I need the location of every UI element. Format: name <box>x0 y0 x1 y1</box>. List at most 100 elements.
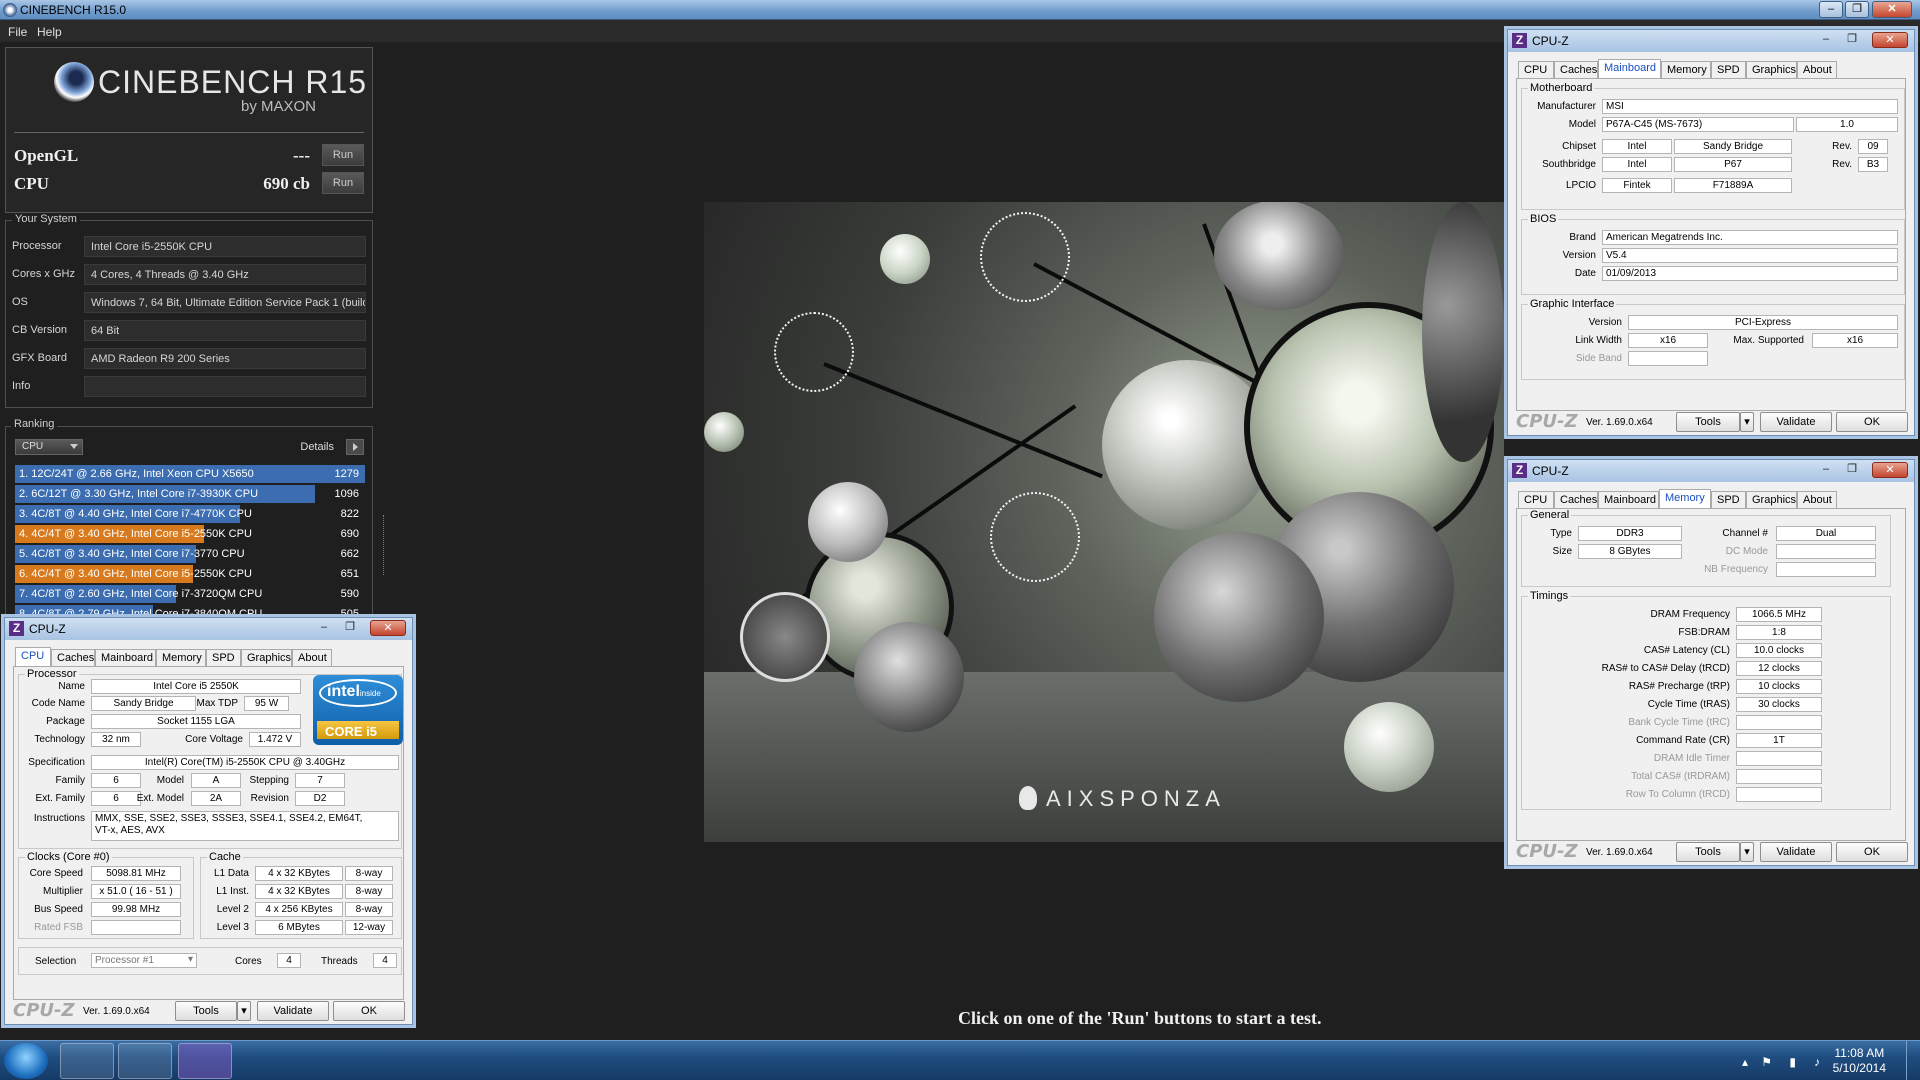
southbridge-rev-field: B3 <box>1858 157 1888 172</box>
clock-date: 5/10/2014 <box>1832 1061 1886 1075</box>
close-button[interactable]: ✕ <box>370 620 406 636</box>
tab-graphics[interactable]: Graphics <box>1746 61 1797 78</box>
ranking-row[interactable]: 3. 4C/8T @ 4.40 GHz, Intel Core i7-4770K… <box>15 505 365 523</box>
tab-cpu[interactable]: CPU <box>15 647 51 666</box>
tools-button[interactable]: Tools <box>175 1001 237 1021</box>
ranking-row[interactable]: 7. 4C/8T @ 2.60 GHz, Intel Core i7-3720Q… <box>15 585 365 603</box>
tools-dropdown-button[interactable]: ▾ <box>1740 842 1754 862</box>
tab-graphics[interactable]: Graphics <box>241 649 292 666</box>
cpuz-window-mainboard[interactable]: Z CPU-Z – ❐ ✕ CPU Caches Mainboard Memor… <box>1507 29 1915 436</box>
system-key: OS <box>12 296 28 308</box>
tab-cpu[interactable]: CPU <box>1518 61 1554 78</box>
gi-version-field: PCI-Express <box>1628 315 1898 330</box>
run-cpu-button[interactable]: Run <box>322 172 364 194</box>
render-flower <box>774 312 854 392</box>
close-button[interactable]: ✕ <box>1872 1 1912 18</box>
ranking-score: 651 <box>340 568 359 580</box>
minimize-button[interactable]: – <box>312 620 336 636</box>
tab-memory[interactable]: Memory <box>1659 489 1711 508</box>
tab-mainboard[interactable]: Mainboard <box>1598 491 1659 508</box>
ranking-row[interactable]: 1. 12C/24T @ 2.66 GHz, Intel Xeon CPU X5… <box>15 465 365 483</box>
ranking-row[interactable]: 2. 6C/12T @ 3.30 GHz, Intel Core i7-3930… <box>15 485 365 503</box>
cpuz-taskbar-icon[interactable] <box>178 1043 232 1079</box>
minimize-button[interactable]: – <box>1814 462 1838 478</box>
tab-about[interactable]: About <box>1797 61 1837 78</box>
tab-memory[interactable]: Memory <box>156 649 206 666</box>
validate-button[interactable]: Validate <box>1760 412 1832 432</box>
ranking-score: 1096 <box>334 488 359 500</box>
tab-spd[interactable]: SPD <box>1711 491 1746 508</box>
details-arrow-button[interactable] <box>346 439 364 455</box>
info-input[interactable] <box>84 376 366 397</box>
close-button[interactable]: ✕ <box>1872 462 1908 478</box>
cinebench-titlebar[interactable]: CINEBENCH R15.0 – ❐ ✕ <box>0 0 1920 20</box>
tools-button[interactable]: Tools <box>1676 842 1740 862</box>
cpuz-window-memory[interactable]: Z CPU-Z – ❐ ✕ CPU Caches Mainboard Memor… <box>1507 459 1915 866</box>
ranking-row[interactable]: 5. 4C/8T @ 3.40 GHz, Intel Core i7-3770 … <box>15 545 365 563</box>
desktop: CINEBENCH R15.0 – ❐ ✕ File Help CINEBENC… <box>0 0 1920 1080</box>
cpuz-version: Ver. 1.69.0.x64 <box>1586 847 1653 858</box>
ok-button[interactable]: OK <box>1836 842 1908 862</box>
tab-graphics[interactable]: Graphics <box>1746 491 1797 508</box>
tab-caches[interactable]: Caches <box>1554 61 1598 78</box>
maximize-button[interactable]: ❐ <box>1840 462 1864 478</box>
start-button[interactable] <box>4 1043 48 1079</box>
field-label: Revision <box>250 793 289 804</box>
ranking-row[interactable]: 6. 4C/4T @ 3.40 GHz, Intel Core i5-2550K… <box>15 565 365 583</box>
minimize-button[interactable]: – <box>1819 1 1843 18</box>
menu-help[interactable]: Help <box>37 25 62 39</box>
explorer-taskbar-icon[interactable] <box>60 1043 114 1079</box>
menu-file[interactable]: File <box>8 25 27 39</box>
tools-button[interactable]: Tools <box>1676 412 1740 432</box>
maximize-button[interactable]: ❐ <box>338 620 362 636</box>
tab-caches[interactable]: Caches <box>51 649 95 666</box>
ranking-dropdown[interactable]: CPU <box>15 439 83 455</box>
memory-type-field: DDR3 <box>1578 526 1682 541</box>
ranking-scrollbar[interactable] <box>383 515 386 575</box>
cpuz-window-cpu[interactable]: Z CPU-Z – ❐ ✕ CPU Caches Mainboard Memor… <box>4 617 413 1025</box>
group-title: Cache <box>207 851 243 863</box>
ok-button[interactable]: OK <box>1836 412 1908 432</box>
cinebench-taskbar-icon[interactable] <box>118 1043 172 1079</box>
tab-cpu[interactable]: CPU <box>1518 491 1554 508</box>
clocks-group: Clocks (Core #0) Core Speed 5098.81 MHz … <box>18 851 194 939</box>
cpuz-version: Ver. 1.69.0.x64 <box>1586 417 1653 428</box>
tools-dropdown-button[interactable]: ▾ <box>1740 412 1754 432</box>
render-image: AIXSPONZA <box>704 202 1504 842</box>
show-desktop-button[interactable] <box>1906 1041 1920 1080</box>
maximize-button[interactable]: ❐ <box>1845 1 1869 18</box>
close-button[interactable]: ✕ <box>1872 32 1908 48</box>
cpuz-titlebar[interactable]: Z CPU-Z – ❐ ✕ <box>1508 30 1914 52</box>
timings-group: Timings DRAM Frequency 1066.5 MHz FSB:DRAM… <box>1521 590 1891 810</box>
tab-about[interactable]: About <box>292 649 332 666</box>
maximize-button[interactable]: ❐ <box>1840 32 1864 48</box>
validate-button[interactable]: Validate <box>1760 842 1832 862</box>
processor-select[interactable]: Processor #1 ▾ <box>91 953 197 968</box>
flag-icon[interactable]: ⚑ <box>1761 1055 1772 1069</box>
max-supported-field: x16 <box>1812 333 1898 348</box>
network-icon[interactable]: ▮ <box>1789 1055 1796 1069</box>
tray-arrow-icon[interactable]: ▴ <box>1742 1055 1748 1069</box>
system-clock[interactable]: 11:08 AM 5/10/2014 <box>1833 1046 1886 1076</box>
ranking-row[interactable]: 4. 4C/4T @ 3.40 GHz, Intel Core i5-2550K… <box>15 525 365 543</box>
ranking-text: 3. 4C/8T @ 4.40 GHz, Intel Core i7-4770K… <box>19 508 252 520</box>
minimize-button[interactable]: – <box>1814 32 1838 48</box>
tab-about[interactable]: About <box>1797 491 1837 508</box>
cpuz-content: Processor Name Intel Core i5 2550K Code … <box>13 666 404 1000</box>
group-title: Motherboard <box>1528 82 1595 94</box>
tab-mainboard[interactable]: Mainboard <box>95 649 156 666</box>
run-opengl-button[interactable]: Run <box>322 144 364 166</box>
tab-spd[interactable]: SPD <box>206 649 241 666</box>
validate-button[interactable]: Validate <box>257 1001 329 1021</box>
tab-mainboard[interactable]: Mainboard <box>1598 59 1661 78</box>
bios-brand-field: American Megatrends Inc. <box>1602 230 1898 245</box>
tab-spd[interactable]: SPD <box>1711 61 1746 78</box>
ok-button[interactable]: OK <box>333 1001 405 1021</box>
cpuz-titlebar[interactable]: Z CPU-Z – ❐ ✕ <box>5 618 412 640</box>
tools-dropdown-button[interactable]: ▾ <box>237 1001 251 1021</box>
cpuz-titlebar[interactable]: Z CPU-Z – ❐ ✕ <box>1508 460 1914 482</box>
volume-icon[interactable]: ♪ <box>1814 1055 1820 1069</box>
tab-memory[interactable]: Memory <box>1661 61 1711 78</box>
render-sphere <box>740 592 830 682</box>
tab-caches[interactable]: Caches <box>1554 491 1598 508</box>
